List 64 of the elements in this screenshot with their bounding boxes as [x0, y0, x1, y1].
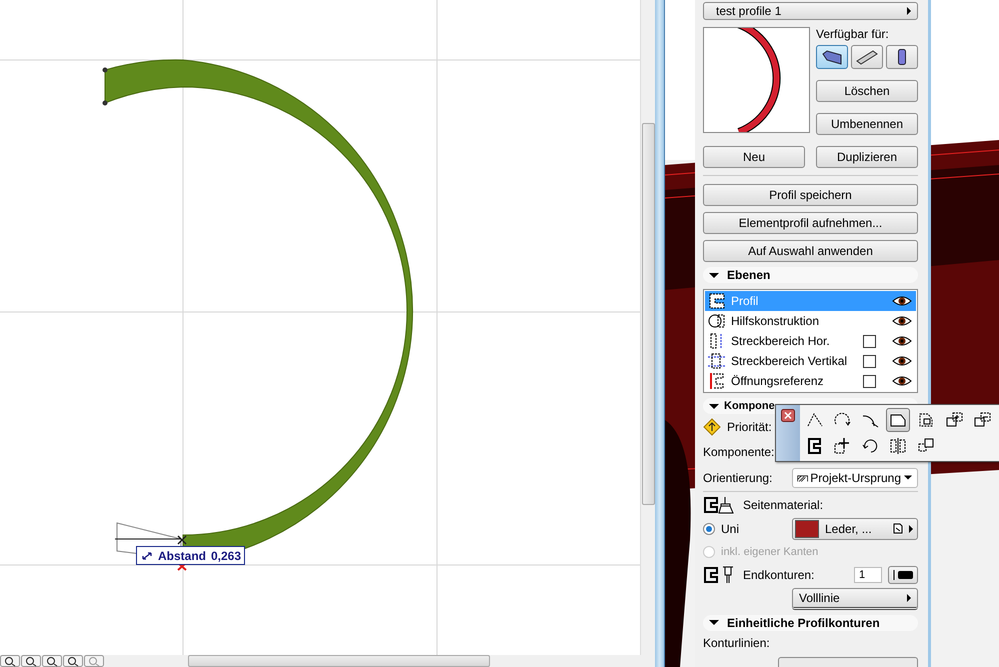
eye-icon[interactable]: [892, 295, 912, 308]
delete-button[interactable]: Löschen: [816, 80, 918, 102]
origin-marker-icon: [177, 562, 187, 571]
layer-checkbox[interactable]: [863, 334, 876, 348]
layer-row[interactable]: Streckbereich Vertikal: [705, 351, 916, 372]
layer-row[interactable]: Öffnungsreferenz: [705, 371, 916, 392]
zoom-out-icon[interactable]: [0, 655, 20, 667]
layer-row[interactable]: Hilfskonstruktion: [705, 311, 916, 332]
eye-icon[interactable]: [892, 355, 912, 368]
contour-lines-label: Konturlinien:: [703, 636, 770, 650]
snap-point-icon: [177, 535, 187, 545]
contours-section-header[interactable]: Einheitliche Profilkonturen: [703, 614, 918, 631]
eye-icon[interactable]: [892, 315, 912, 328]
horizontal-scrollbar-thumb[interactable]: [188, 655, 490, 667]
element-type-toggle[interactable]: [851, 45, 883, 70]
element-type-toggle[interactable]: [886, 45, 918, 70]
layer-row[interactable]: Streckbereich Hor.: [705, 331, 916, 352]
zoom-previous-icon[interactable]: [63, 655, 83, 667]
zoom-fit-icon[interactable]: [42, 655, 62, 667]
duplicate-button[interactable]: Duplizieren: [816, 146, 918, 168]
orientation-label: Orientierung:: [703, 470, 772, 485]
slab-icon: [822, 50, 842, 65]
distance-value: 0,263: [211, 548, 242, 562]
apply-button[interactable]: Auf Auswahl anwenden: [703, 240, 918, 262]
vertical-scrollbar-thumb[interactable]: [642, 123, 654, 505]
tool-icon: [832, 436, 852, 456]
close-icon[interactable]: [781, 409, 795, 422]
element-type-toggle[interactable]: [816, 45, 848, 70]
pen-number-field[interactable]: 1: [854, 566, 882, 583]
layers-section-header[interactable]: Ebenen: [703, 267, 918, 284]
radio-label: inkl. eigener Kanten: [721, 546, 818, 558]
column-icon: [898, 49, 906, 66]
material-dropdown[interactable]: Leder, ...: [792, 518, 918, 540]
pen-color-button[interactable]: [888, 566, 918, 584]
rename-button[interactable]: Umbenennen: [816, 113, 918, 136]
available-for-label: Verfügbar für:: [816, 27, 890, 42]
side-material-label: Seitenmaterial:: [743, 498, 824, 512]
profile-dropdown[interactable]: test profile 1: [703, 2, 918, 20]
component-label: Komponente:: [703, 444, 774, 459]
layer-checkbox[interactable]: [863, 354, 876, 368]
beam-icon: [856, 50, 878, 65]
end-contours-label: Endkonturen:: [743, 568, 814, 582]
resize-arrow-icon: [141, 550, 153, 560]
layer-icon: [707, 352, 727, 370]
tool-icon: [888, 436, 908, 456]
contour-line-dropdown[interactable]: [778, 657, 918, 667]
capture-profile-button[interactable]: Elementprofil aufnehmen...: [703, 212, 918, 234]
radio-label: Uni: [721, 522, 740, 536]
layer-icon: [707, 312, 727, 330]
orientation-dropdown[interactable]: Projekt-Ursprung: [792, 468, 918, 488]
line-type-dropdown[interactable]: Volllinie: [792, 588, 918, 610]
distance-label: Abstand: [158, 548, 206, 562]
radio-button[interactable]: [703, 522, 715, 535]
new-button[interactable]: Neu: [703, 146, 805, 168]
document-icon: [893, 523, 903, 534]
eye-icon[interactable]: [892, 335, 912, 348]
layer-icon: [707, 292, 727, 310]
priority-icon: [703, 418, 721, 436]
priority-label: Priorität:: [727, 420, 772, 434]
save-profile-button[interactable]: Profil speichern: [703, 184, 918, 206]
layer-checkbox[interactable]: [863, 374, 876, 388]
tool-button[interactable]: [886, 408, 910, 432]
eye-icon[interactable]: [892, 375, 912, 388]
pen-swatch-icon: [891, 568, 915, 581]
